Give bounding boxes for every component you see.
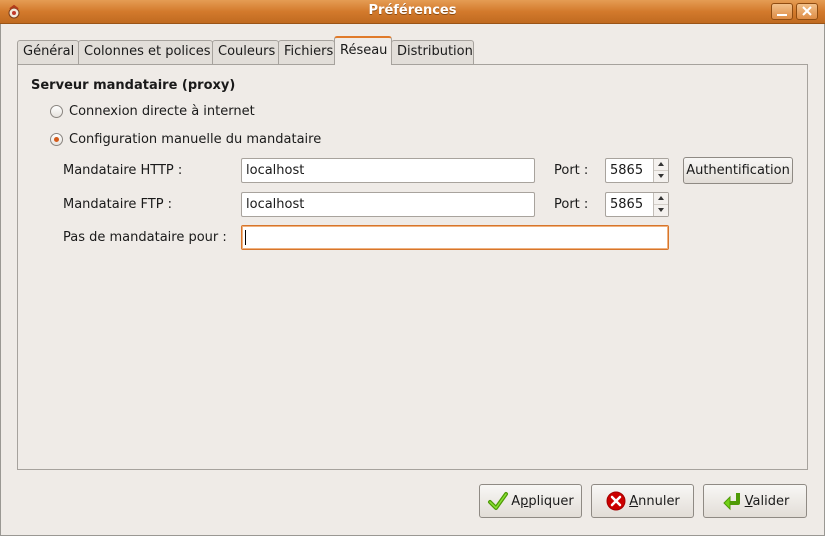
button-label: Valider xyxy=(744,493,790,509)
spinner-buttons xyxy=(653,159,668,182)
tab-label: Distribution xyxy=(397,44,473,59)
no-proxy-label: Pas de mandataire pour : xyxy=(63,230,227,245)
no-proxy-input[interactable] xyxy=(241,225,669,250)
tab-colors[interactable]: Couleurs xyxy=(212,40,279,64)
spinner-value: 5865 xyxy=(610,197,644,212)
radio-direct-connection[interactable]: Connexion directe à internet xyxy=(50,102,255,120)
http-proxy-label: Mandataire HTTP : xyxy=(63,163,183,178)
cancel-button[interactable]: Annuler xyxy=(591,484,694,518)
radio-indicator[interactable] xyxy=(50,132,63,146)
tab-label: Fichiers xyxy=(284,44,334,59)
tab-columns-fonts[interactable]: Colonnes et polices xyxy=(78,40,213,64)
tab-panel xyxy=(17,64,808,470)
enter-arrow-icon xyxy=(722,493,740,511)
tab-label: Réseau xyxy=(340,43,388,58)
tab-label: Couleurs xyxy=(218,44,276,59)
radio-manual-proxy[interactable]: Configuration manuelle du mandataire xyxy=(50,130,321,148)
tab-distribution[interactable]: Distribution xyxy=(391,40,474,64)
ftp-port-label: Port : xyxy=(554,197,589,212)
tab-label: Colonnes et polices xyxy=(84,44,211,59)
button-label: Annuler xyxy=(629,493,680,509)
checkmark-icon xyxy=(488,492,509,510)
window-title: Préférences xyxy=(368,3,457,18)
ftp-port-spinner[interactable]: 5865 xyxy=(605,192,669,217)
tab-network[interactable]: Réseau xyxy=(334,36,392,65)
spinner-up-arrow-icon[interactable] xyxy=(654,193,668,205)
tab-label: Général xyxy=(23,44,75,59)
spinner-down-arrow-icon[interactable] xyxy=(654,205,668,216)
close-button[interactable] xyxy=(796,3,818,20)
spinner-down-arrow-icon[interactable] xyxy=(654,171,668,182)
spinner-buttons xyxy=(653,193,668,216)
section-title: Serveur mandataire (proxy) xyxy=(31,78,236,93)
spinner-value: 5865 xyxy=(610,163,644,178)
close-icon xyxy=(802,6,812,16)
button-label: Authentification xyxy=(686,163,790,178)
validate-button[interactable]: Valider xyxy=(703,484,807,518)
http-proxy-input[interactable] xyxy=(241,158,535,183)
ftp-proxy-input[interactable] xyxy=(241,192,535,217)
minimize-icon xyxy=(777,14,787,16)
button-label: Appliquer xyxy=(511,493,574,509)
http-port-spinner[interactable]: 5865 xyxy=(605,158,669,183)
title-bar[interactable]: Préférences xyxy=(0,0,825,24)
cancel-icon xyxy=(606,491,626,511)
text-cursor xyxy=(245,230,246,245)
authentication-button[interactable]: Authentification xyxy=(683,157,793,184)
minimize-button[interactable] xyxy=(771,3,793,20)
radio-indicator[interactable] xyxy=(50,104,63,118)
http-port-label: Port : xyxy=(554,163,589,178)
radio-label: Connexion directe à internet xyxy=(69,103,255,119)
apply-button[interactable]: Appliquer xyxy=(479,484,582,518)
ftp-proxy-label: Mandataire FTP : xyxy=(63,197,173,212)
radio-label: Configuration manuelle du mandataire xyxy=(69,131,322,147)
tab-general[interactable]: Général xyxy=(17,40,79,64)
tab-files[interactable]: Fichiers xyxy=(278,40,335,64)
spinner-up-arrow-icon[interactable] xyxy=(654,159,668,171)
